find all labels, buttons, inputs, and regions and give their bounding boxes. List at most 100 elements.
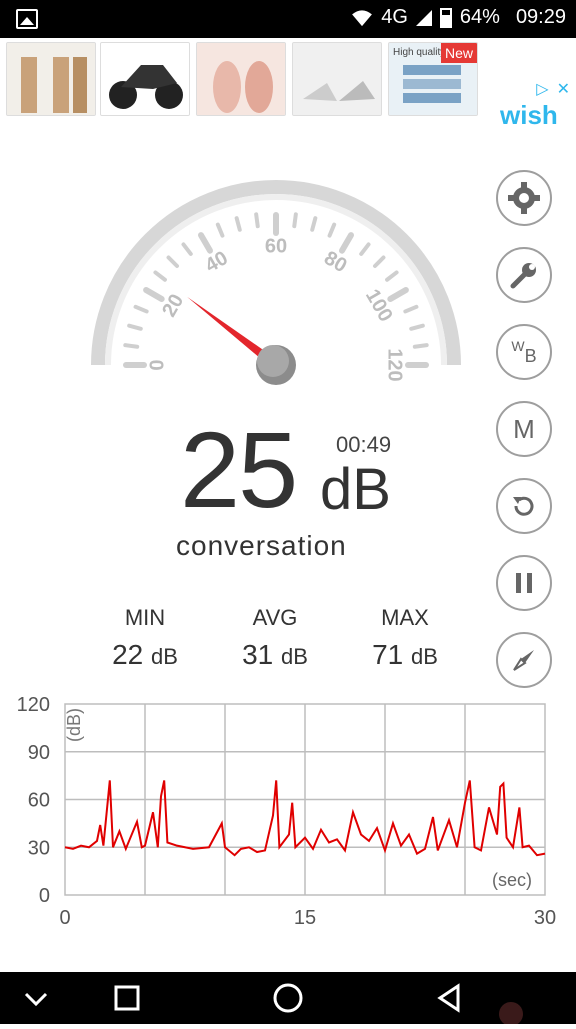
y-tick-label: 60 bbox=[28, 790, 50, 812]
decibel-value: 25 bbox=[180, 409, 298, 530]
stat-avg: AVG 31 dB bbox=[220, 605, 330, 671]
wifi-icon bbox=[352, 9, 373, 26]
gauge-tick bbox=[181, 242, 193, 256]
gauge-tick bbox=[254, 212, 260, 229]
calibrate-button[interactable] bbox=[496, 247, 552, 303]
ad-thumb-text: High quality bbox=[393, 47, 446, 58]
gauge-tick bbox=[412, 343, 429, 349]
stat-min-unit: dB bbox=[151, 644, 178, 669]
y-tick-label: 90 bbox=[28, 742, 50, 764]
gauge-tick bbox=[166, 255, 180, 269]
x-tick-label: 15 bbox=[294, 907, 316, 929]
gauge-tick-label: 40 bbox=[202, 247, 232, 277]
wb-icon: W bbox=[511, 338, 525, 354]
stat-max: MAX 71 dB bbox=[350, 605, 460, 671]
gauge-tick bbox=[143, 287, 165, 302]
ad-image bbox=[293, 43, 381, 115]
noise-description: conversation bbox=[176, 530, 347, 561]
gauge-tick-label: 60 bbox=[265, 235, 287, 257]
gauge-tick-label: 20 bbox=[158, 291, 188, 321]
ad-image bbox=[101, 43, 189, 115]
ad-thumb-dress[interactable] bbox=[196, 42, 286, 116]
ad-thumb-motorcycle[interactable] bbox=[100, 42, 190, 116]
ad-close-icon[interactable]: ✕ bbox=[557, 79, 570, 99]
gauge-tick bbox=[292, 212, 298, 229]
compass-button[interactable] bbox=[496, 632, 552, 688]
ad-choices-icon[interactable]: ▷ bbox=[536, 79, 548, 99]
x-tick-labels: 0 15 30 bbox=[59, 907, 556, 929]
ad-choices[interactable]: ▷ ✕ bbox=[528, 79, 570, 99]
gauge-tick bbox=[127, 323, 143, 331]
wrench-icon bbox=[510, 263, 536, 289]
pause-button[interactable] bbox=[496, 555, 552, 611]
y-tick-labels: 120 90 60 30 0 bbox=[17, 694, 50, 907]
ad-thumb-pants[interactable] bbox=[6, 42, 96, 116]
clock: 09:29 bbox=[515, 6, 566, 28]
stat-max-unit: dB bbox=[411, 644, 438, 669]
stat-avg-label: AVG bbox=[252, 605, 298, 630]
elapsed-timer: 00:49 bbox=[336, 432, 392, 457]
stat-min-label: MIN bbox=[124, 605, 166, 630]
gauge-tick bbox=[403, 304, 419, 314]
gauge-tick bbox=[409, 323, 425, 331]
ad-image bbox=[197, 43, 285, 115]
stat-max-value: 71 bbox=[372, 639, 404, 670]
current-reading: 25 dB 00:49 bbox=[180, 410, 420, 530]
gauge-tick bbox=[387, 287, 409, 302]
battery-icon bbox=[439, 7, 452, 28]
gauge-tick bbox=[372, 255, 386, 269]
hide-keyboard-icon bbox=[24, 992, 48, 1007]
ad-image bbox=[7, 43, 95, 115]
gauge-tick bbox=[339, 232, 354, 254]
y-tick-label: 0 bbox=[39, 885, 50, 907]
ad-thumb-powerbank[interactable]: High quality New bbox=[388, 42, 478, 116]
gauge-tick bbox=[123, 343, 140, 349]
gauge-tick-label: 80 bbox=[320, 247, 350, 277]
gauge-tick bbox=[215, 222, 225, 238]
reset-button[interactable] bbox=[496, 478, 552, 534]
memory-button[interactable]: M bbox=[496, 401, 552, 457]
gauge-tick-label: 100 bbox=[361, 286, 397, 326]
stat-avg-unit: dB bbox=[281, 644, 308, 669]
y-axis-label: (dB) bbox=[64, 708, 84, 742]
status-right: 4G 64% 09:29 bbox=[351, 6, 566, 29]
stats-row: MIN 22 dB AVG 31 dB MAX 71 dB bbox=[90, 605, 470, 675]
y-tick-label: 30 bbox=[28, 837, 50, 859]
gauge-tick bbox=[310, 216, 318, 232]
x-axis-label: (sec) bbox=[492, 870, 532, 890]
x-tick-label: 0 bbox=[59, 907, 70, 929]
home-button bbox=[273, 983, 303, 1013]
stat-min-value: 22 bbox=[112, 639, 144, 670]
network-type: 4G bbox=[381, 6, 408, 28]
decibel-unit: dB bbox=[320, 457, 391, 522]
weighting-button[interactable]: WB bbox=[496, 324, 552, 380]
back-button bbox=[437, 983, 460, 1013]
gauge-tick bbox=[153, 270, 167, 282]
gauge-tick-label: 120 bbox=[384, 348, 406, 381]
gauge-tick-label: 0 bbox=[146, 359, 168, 370]
gear-icon bbox=[508, 182, 540, 214]
compass-icon bbox=[513, 650, 534, 671]
status-bar: 4G 64% 09:29 bbox=[0, 0, 576, 38]
gauge-tick bbox=[327, 222, 337, 238]
gauge-tick bbox=[234, 216, 242, 232]
battery-percent: 64% bbox=[459, 6, 500, 28]
ad-banner[interactable]: High quality New ▷ ✕ wish bbox=[0, 38, 576, 130]
settings-button[interactable] bbox=[496, 170, 552, 226]
gauge-tick bbox=[385, 270, 399, 282]
y-tick-label: 120 bbox=[17, 694, 50, 716]
stat-min: MIN 22 dB bbox=[90, 605, 200, 671]
image-notification-icon bbox=[16, 9, 38, 29]
ad-thumb-shoes[interactable] bbox=[292, 42, 382, 116]
x-tick-label: 30 bbox=[534, 907, 556, 929]
chart-grid bbox=[64, 703, 546, 896]
stat-avg-value: 31 bbox=[242, 639, 274, 670]
gauge-tick bbox=[133, 304, 149, 314]
decibel-history-chart: 120 90 60 30 0 0 15 30 (dB) (sec) bbox=[17, 694, 557, 929]
stat-max-label: MAX bbox=[381, 605, 429, 630]
ad-brand-logo[interactable]: wish bbox=[500, 100, 558, 131]
pause-icon bbox=[516, 573, 532, 593]
gauge-tick bbox=[198, 232, 213, 254]
refresh-icon bbox=[513, 496, 534, 516]
navigation-bar bbox=[0, 972, 576, 1026]
